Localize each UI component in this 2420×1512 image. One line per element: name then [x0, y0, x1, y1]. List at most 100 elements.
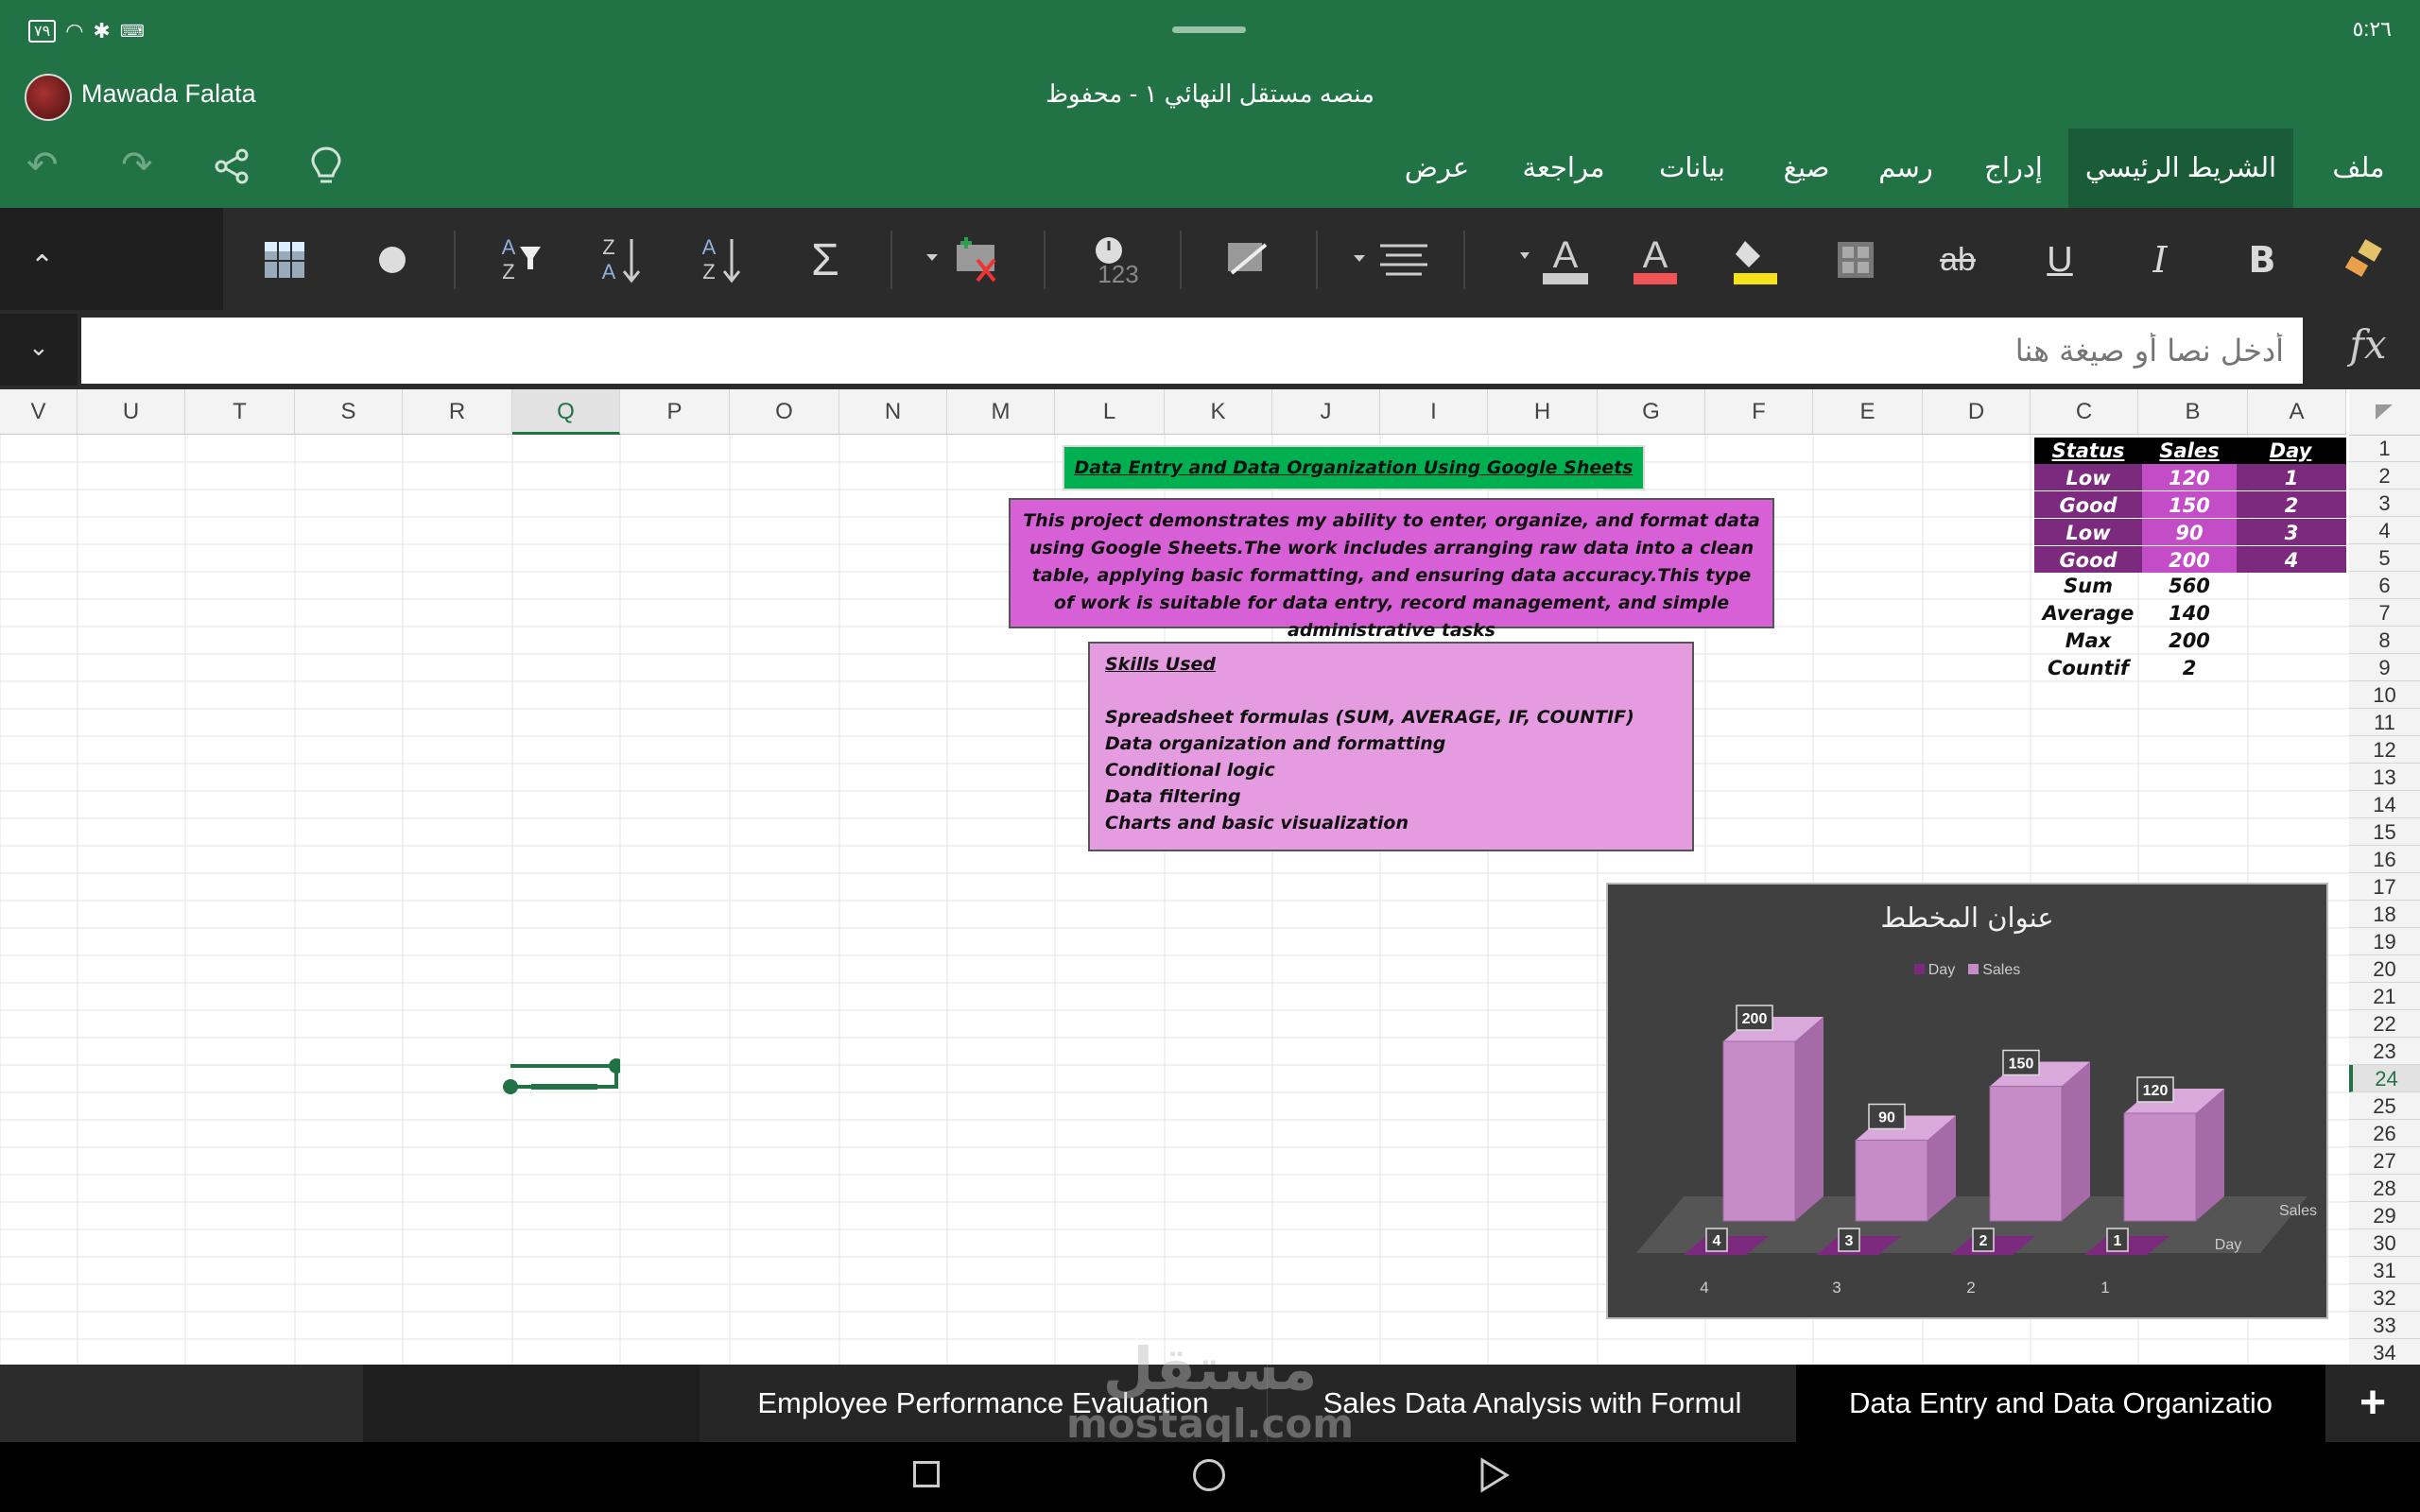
- row-header-23[interactable]: 23: [2349, 1038, 2420, 1065]
- avatar[interactable]: [25, 74, 72, 121]
- column-header-G[interactable]: G: [1598, 389, 1705, 435]
- row-header-27[interactable]: 27: [2349, 1147, 2420, 1175]
- row-header-22[interactable]: 22: [2349, 1010, 2420, 1038]
- column-header-Q[interactable]: Q: [512, 389, 620, 435]
- sheet-tab-employee[interactable]: Employee Performance Evaluation: [700, 1365, 1267, 1442]
- row-header-6[interactable]: 6: [2349, 572, 2420, 599]
- strikethrough-icon[interactable]: ab: [1925, 227, 1991, 293]
- cell-status[interactable]: Good: [2034, 549, 2142, 572]
- column-header-C[interactable]: C: [2031, 389, 2138, 435]
- row-header-31[interactable]: 31: [2349, 1257, 2420, 1284]
- column-header-A[interactable]: A: [2248, 389, 2346, 435]
- name-box[interactable]: ⌄: [0, 314, 78, 386]
- row-header-18[interactable]: 18: [2349, 901, 2420, 928]
- skills-box[interactable]: Skills Used Spreadsheet formulas (SUM, A…: [1088, 642, 1694, 851]
- fx-icon[interactable]: fx: [2325, 321, 2411, 378]
- row-header-17[interactable]: 17: [2349, 873, 2420, 901]
- row-header-30[interactable]: 30: [2349, 1229, 2420, 1257]
- cell-sales[interactable]: 120: [2142, 467, 2237, 490]
- row-header-7[interactable]: 7: [2349, 599, 2420, 627]
- bold-icon[interactable]: B: [2229, 227, 2295, 293]
- row-header-14[interactable]: 14: [2349, 791, 2420, 818]
- document-title[interactable]: منصه مستقل النهائي ١ - محفوظ: [945, 79, 1475, 109]
- row-header-1[interactable]: 1: [2349, 435, 2420, 462]
- format-painter-icon[interactable]: [2331, 227, 2397, 293]
- cell-day[interactable]: 2: [2237, 494, 2346, 517]
- row-header-15[interactable]: 15: [2349, 818, 2420, 846]
- font-color-icon[interactable]: A: [1622, 227, 1688, 293]
- summary-value[interactable]: 140: [2142, 602, 2237, 625]
- column-header-P[interactable]: P: [620, 389, 730, 435]
- fill-color-icon[interactable]: [1722, 227, 1789, 293]
- lightbulb-icon[interactable]: [310, 146, 342, 192]
- chart-area[interactable]: عنوان المخطط Day Sales 200 4 4 90 3 3 150 2 2 120…: [1606, 883, 2328, 1319]
- row-header-21[interactable]: 21: [2349, 983, 2420, 1010]
- tab-file[interactable]: ملف: [2325, 129, 2392, 208]
- sheet-tab-data-entry[interactable]: Data Entry and Data Organizatio: [1796, 1365, 2325, 1442]
- title-box[interactable]: Data Entry and Data Organization Using G…: [1063, 445, 1645, 490]
- align-icon[interactable]: [1352, 227, 1431, 293]
- summary-label[interactable]: Countif: [2034, 657, 2142, 679]
- header-sales[interactable]: Sales: [2142, 439, 2237, 462]
- sort-descending-icon[interactable]: AZ: [688, 227, 754, 293]
- row-header-8[interactable]: 8: [2349, 627, 2420, 654]
- summary-value[interactable]: 200: [2142, 629, 2237, 652]
- column-header-T[interactable]: T: [185, 389, 295, 435]
- cell-day[interactable]: 1: [2237, 467, 2346, 490]
- column-header-O[interactable]: O: [730, 389, 839, 435]
- delete-cells-icon[interactable]: [923, 227, 1008, 293]
- cell-status[interactable]: Good: [2034, 494, 2142, 517]
- column-header-K[interactable]: K: [1165, 389, 1272, 435]
- cell-sales[interactable]: 200: [2142, 549, 2237, 572]
- borders-icon[interactable]: [1823, 227, 1889, 293]
- autosum-icon[interactable]: Σ: [792, 227, 858, 293]
- column-header-B[interactable]: B: [2138, 389, 2248, 435]
- row-header-5[interactable]: 5: [2349, 544, 2420, 572]
- column-header-L[interactable]: L: [1055, 389, 1165, 435]
- highlight-dropdown-icon[interactable]: A: [1518, 227, 1598, 293]
- undo-icon[interactable]: ↶: [26, 144, 59, 187]
- cell-status[interactable]: Low: [2034, 522, 2142, 544]
- column-header-S[interactable]: S: [295, 389, 403, 435]
- cell-sales[interactable]: 90: [2142, 522, 2237, 544]
- circle-icon[interactable]: [359, 227, 425, 293]
- row-header-10[interactable]: 10: [2349, 681, 2420, 709]
- column-header-H[interactable]: H: [1488, 389, 1598, 435]
- select-all-corner[interactable]: [2349, 389, 2420, 436]
- summary-label[interactable]: Average: [2034, 602, 2142, 625]
- summary-label[interactable]: Sum: [2034, 575, 2142, 597]
- summary-value[interactable]: 2: [2142, 657, 2237, 679]
- chevron-up-icon[interactable]: ⌃: [30, 249, 54, 283]
- header-day[interactable]: Day: [2237, 439, 2344, 462]
- column-header-I[interactable]: I: [1380, 389, 1488, 435]
- add-sheet-button[interactable]: +: [2325, 1365, 2420, 1442]
- row-header-19[interactable]: 19: [2349, 928, 2420, 955]
- back-icon[interactable]: [1478, 1457, 1511, 1498]
- underline-icon[interactable]: U: [2027, 227, 2093, 293]
- row-header-34[interactable]: 34: [2349, 1339, 2420, 1366]
- cell-day[interactable]: 3: [2237, 522, 2346, 544]
- row-header-4[interactable]: 4: [2349, 517, 2420, 544]
- row-header-26[interactable]: 26: [2349, 1120, 2420, 1147]
- tab-data[interactable]: بيانات: [1645, 129, 1739, 208]
- column-header-E[interactable]: E: [1813, 389, 1923, 435]
- row-header-24[interactable]: 24: [2349, 1065, 2420, 1092]
- table-icon[interactable]: [251, 227, 318, 293]
- row-header-3[interactable]: 3: [2349, 490, 2420, 517]
- tab-home[interactable]: الشريط الرئيسي: [2068, 129, 2293, 208]
- column-header-U[interactable]: U: [78, 389, 185, 435]
- formula-input[interactable]: [81, 318, 2303, 384]
- sheet-tab-sales[interactable]: Sales Data Analysis with Formul: [1267, 1365, 1797, 1442]
- tab-draw[interactable]: رسم: [1868, 129, 1944, 208]
- drag-handle[interactable]: [1172, 26, 1246, 33]
- row-header-32[interactable]: 32: [2349, 1284, 2420, 1312]
- tab-view[interactable]: عرض: [1399, 129, 1475, 208]
- row-header-33[interactable]: 33: [2349, 1312, 2420, 1339]
- row-header-29[interactable]: 29: [2349, 1202, 2420, 1229]
- cell-day[interactable]: 4: [2237, 549, 2346, 572]
- sort-ascending-icon[interactable]: ZA: [588, 227, 654, 293]
- home-icon[interactable]: [1193, 1459, 1225, 1491]
- column-header-V[interactable]: V: [0, 389, 78, 435]
- chevron-down-icon[interactable]: ⌄: [28, 333, 49, 362]
- row-header-25[interactable]: 25: [2349, 1092, 2420, 1120]
